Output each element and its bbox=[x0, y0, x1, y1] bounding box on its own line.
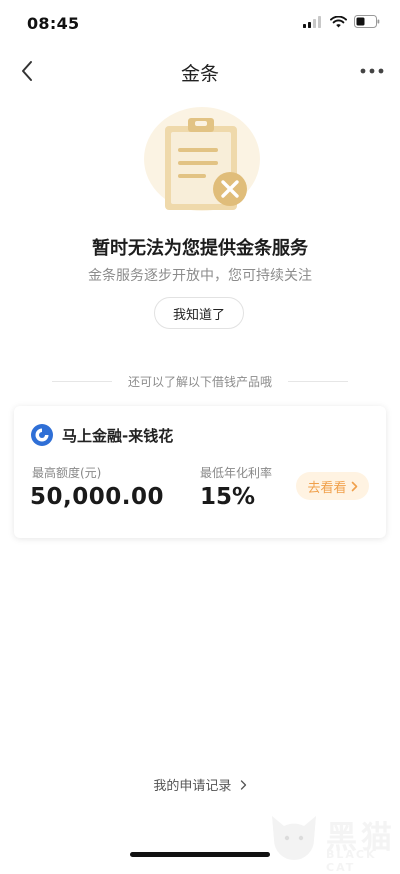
divider-line-right bbox=[288, 381, 348, 382]
min-rate-value: 15% bbox=[200, 484, 256, 510]
application-record-label: 我的申请记录 bbox=[153, 779, 232, 794]
battery-icon bbox=[354, 15, 380, 28]
signal-icon bbox=[303, 15, 321, 28]
clipboard-cross-icon bbox=[144, 107, 260, 211]
view-product-button[interactable]: 去看看 bbox=[296, 472, 369, 500]
recommend-divider: 还可以了解以下借钱产品哦 bbox=[52, 373, 348, 389]
status-icons bbox=[303, 15, 380, 28]
empty-state-subtitle: 金条服务逐步开放中，您可持续关注 bbox=[88, 268, 312, 284]
max-limit-label: 最高额度(元) bbox=[32, 466, 102, 480]
acknowledge-button[interactable]: 我知道了 bbox=[154, 297, 244, 329]
nav-bar: 金条 bbox=[0, 46, 400, 96]
empty-state-title: 暂时无法为您提供金条服务 bbox=[92, 238, 308, 259]
more-button[interactable] bbox=[356, 56, 388, 86]
product-card[interactable]: 马上金融-来钱花 最高额度(元) 50,000.00 最低年化利率 15% 去看… bbox=[14, 406, 386, 538]
max-limit-value: 50,000.00 bbox=[30, 484, 164, 510]
black-cat-watermark: 黑猫 BLACK CAT bbox=[268, 808, 400, 874]
watermark-en-text: BLACK CAT bbox=[326, 848, 377, 874]
more-dots-icon bbox=[360, 68, 384, 74]
view-product-label: 去看看 bbox=[307, 480, 347, 496]
home-indicator bbox=[130, 852, 270, 857]
page-title: 金条 bbox=[180, 63, 219, 85]
application-record-link[interactable]: 我的申请记录 bbox=[0, 775, 400, 794]
product-name: 马上金融-来钱花 bbox=[62, 427, 174, 445]
wifi-icon bbox=[330, 15, 347, 27]
cat-logo-icon bbox=[272, 816, 316, 860]
empty-state-illustration bbox=[140, 104, 260, 214]
status-time: 08:45 bbox=[27, 14, 80, 33]
chevron-right-icon bbox=[351, 481, 357, 491]
mashang-finance-logo bbox=[31, 424, 53, 446]
min-rate-label: 最低年化利率 bbox=[200, 466, 273, 480]
product-logo bbox=[30, 423, 54, 447]
chevron-right-icon bbox=[240, 780, 246, 790]
status-bar: 08:45 bbox=[0, 0, 400, 46]
